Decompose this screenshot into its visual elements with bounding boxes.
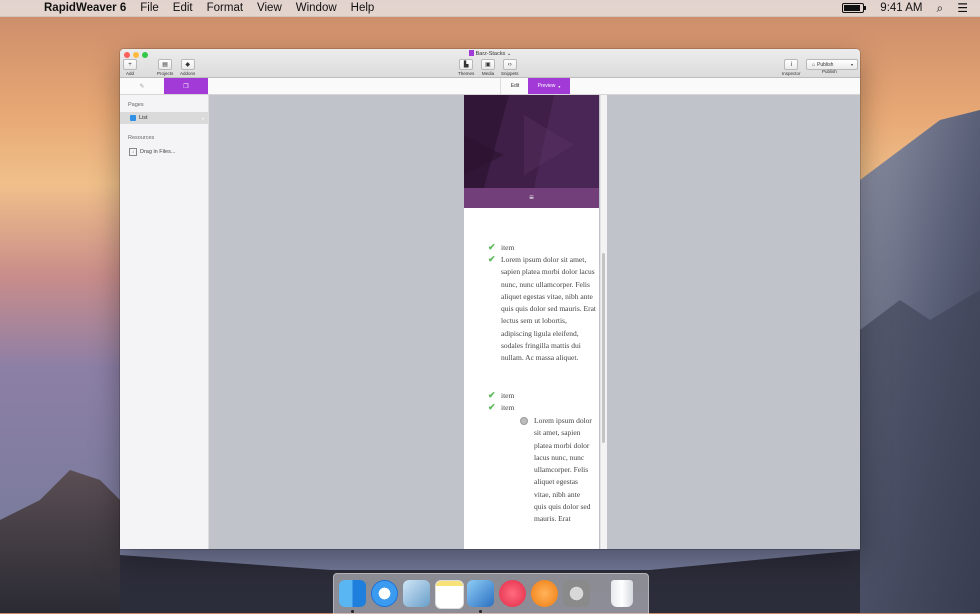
inspector-label: Inspector (782, 71, 801, 76)
list-item-text: item (501, 243, 515, 252)
list-item: ✔ Lorem ipsum dolor sit amet, sapien plat… (488, 254, 596, 365)
hamburger-menu-icon: ≡ (529, 193, 534, 202)
publish-label: Publish (822, 69, 837, 74)
menu-file[interactable]: File (140, 2, 159, 14)
menu-window[interactable]: Window (296, 2, 337, 14)
addons-label: Addons (180, 71, 196, 76)
snippets-button[interactable]: ‹› Snippets (501, 59, 519, 76)
battery-icon[interactable] (842, 3, 867, 13)
list-item-text: Lorem ipsum dolor sit amet, sapien plate… (501, 255, 596, 363)
mobile-menu-button[interactable]: ≡ (464, 188, 599, 208)
finder-icon[interactable] (339, 580, 366, 607)
sidebar-tab-tools[interactable]: ✎ (120, 78, 164, 94)
list-item: ✔ item (488, 242, 596, 254)
bullet-icon (520, 417, 528, 425)
addons-icon: ◆ (180, 59, 195, 70)
page-chevron-icon[interactable]: ▾ (202, 116, 204, 121)
tab-edit[interactable]: Edit (500, 78, 529, 94)
check-icon: ✔ (488, 242, 496, 252)
system-preferences-icon[interactable] (563, 580, 590, 607)
document-icon (468, 50, 474, 56)
projects-label: Projects (157, 71, 174, 76)
projects-button[interactable]: ▤ Projects (157, 59, 173, 76)
hero-banner (464, 95, 599, 188)
itunes-icon[interactable] (499, 580, 526, 607)
pages-header: Pages (128, 102, 144, 108)
snippets-label: Snippets (501, 71, 519, 76)
menu-view[interactable]: View (257, 2, 282, 14)
addons-button[interactable]: ◆ Addons (180, 59, 195, 76)
menu-format[interactable]: Format (207, 2, 243, 14)
check-icon: ✔ (488, 402, 496, 412)
plus-icon: + (123, 59, 137, 70)
preview-chevron-icon: ▾ (558, 83, 561, 89)
publish-chevron-icon[interactable]: ▾ (851, 62, 853, 67)
list-item-text: item (501, 403, 515, 412)
dock (333, 573, 649, 614)
wrench-icon: ✎ (139, 83, 145, 90)
sidebar: Pages List ▾ Resources ↓ Drag in Files..… (120, 95, 209, 549)
preview-scrollbar[interactable] (600, 95, 607, 549)
title-chevron-icon[interactable]: ⌄ (507, 51, 512, 57)
menubar: RapidWeaver 6 File Edit Format View Wind… (0, 0, 980, 17)
rapidweaver-window: Barz-Stacks ⌄ + Add ▤ Projects ◆ Addons ▙ Th… (120, 49, 860, 549)
sidebar-tab-pages[interactable]: ❐ (164, 78, 208, 94)
preview-page[interactable]: ≡ ✔ item ✔ Lorem ipsum dolor sit amet, sap… (464, 95, 599, 549)
page-icon (130, 115, 136, 121)
notes-icon[interactable] (435, 580, 464, 609)
snippets-icon: ‹› (502, 59, 517, 70)
media-label: Media (481, 71, 495, 76)
sidebar-page-list[interactable]: List ▾ (120, 112, 208, 124)
drag-files-label: Drag in Files... (140, 149, 176, 155)
info-icon: i (784, 59, 799, 70)
safari-icon[interactable] (371, 580, 398, 607)
hero-pattern (464, 95, 599, 188)
list-item-text: item (501, 391, 515, 400)
list-item: ✔ item (488, 402, 596, 414)
media-icon: ▣ (481, 59, 495, 70)
check-icon: ✔ (488, 254, 496, 264)
tab-preview-label: Preview (537, 83, 556, 89)
menu-edit[interactable]: Edit (173, 2, 193, 14)
projects-icon: ▤ (158, 59, 173, 70)
trash-icon[interactable] (611, 580, 633, 607)
resources-header: Resources (128, 135, 155, 141)
nested-list-item-text: Lorem ipsum dolor sit amet, sapien plate… (534, 416, 592, 524)
document-title: Barz-Stacks ⌄ (120, 50, 860, 57)
preview-app-icon[interactable] (403, 580, 430, 607)
scrollbar-thumb[interactable] (602, 253, 605, 443)
window-toolbar: Barz-Stacks ⌄ + Add ▤ Projects ◆ Addons ▙ Th… (120, 49, 860, 78)
check-icon: ✔ (488, 390, 496, 400)
inspector-button[interactable]: i Inspector (782, 59, 801, 76)
media-button[interactable]: ▣ Media (481, 59, 495, 76)
add-button[interactable]: + Add (123, 59, 137, 76)
notification-center-icon[interactable]: ☰ (957, 1, 968, 15)
list-item: ✔ item (488, 390, 596, 402)
rapidweaver-icon[interactable] (467, 580, 494, 607)
spotlight-search-icon[interactable]: ⌕ (937, 1, 944, 16)
tab-strip: ✎ ❐ Edit Preview ▾ (120, 78, 860, 95)
themes-label: Themes (458, 71, 475, 76)
drag-files-area[interactable]: ↓ Drag in Files... (129, 148, 175, 156)
publish-button-text: Publish (817, 61, 834, 68)
document-title-text: Barz-Stacks (475, 51, 506, 57)
sidebar-page-label: List (139, 115, 148, 121)
menubar-clock[interactable]: 9:41 AM (880, 2, 922, 14)
themes-icon: ▙ (459, 59, 474, 70)
battery-level (844, 5, 860, 11)
download-icon: ↓ (129, 148, 137, 156)
themes-button[interactable]: ▙ Themes (458, 59, 474, 76)
app-menu[interactable]: RapidWeaver 6 (44, 2, 126, 14)
nested-list-item: Lorem ipsum dolor sit amet, sapien plate… (520, 415, 594, 526)
ibooks-icon[interactable] (531, 580, 558, 607)
publish-icon: ⌂ (812, 61, 816, 68)
menu-help[interactable]: Help (351, 2, 375, 14)
pages-icon: ❐ (183, 83, 189, 90)
tab-preview[interactable]: Preview ▾ (528, 78, 570, 94)
preview-canvas: ≡ ✔ item ✔ Lorem ipsum dolor sit amet, sap… (209, 95, 860, 549)
add-label: Add (125, 71, 134, 76)
